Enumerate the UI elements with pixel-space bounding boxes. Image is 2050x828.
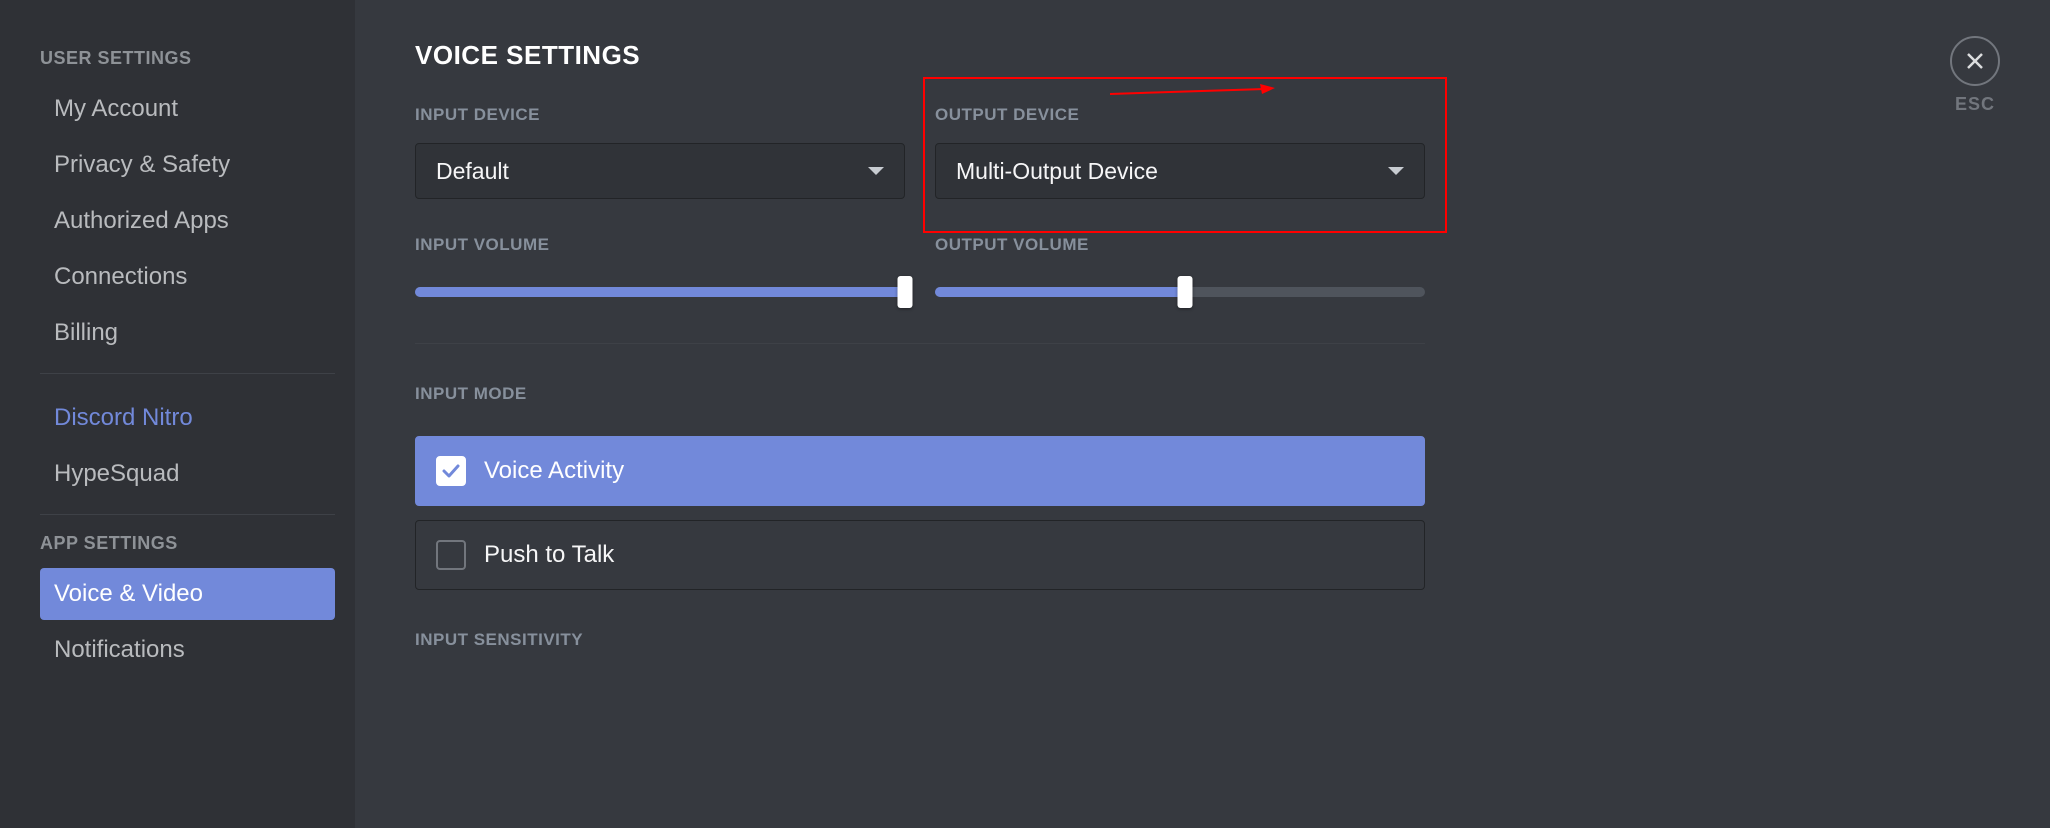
input-volume-label: INPUT VOLUME — [415, 235, 905, 255]
output-device-label: OUTPUT DEVICE — [935, 105, 1425, 125]
sidebar-item-discord-nitro[interactable]: Discord Nitro — [40, 392, 335, 444]
output-volume-label: OUTPUT VOLUME — [935, 235, 1425, 255]
esc-label: ESC — [1950, 94, 2000, 115]
output-device-value: Multi-Output Device — [956, 158, 1158, 185]
checkbox-checked-icon — [436, 456, 466, 486]
sidebar-item-connections[interactable]: Connections — [40, 251, 335, 303]
mode-label: Push to Talk — [484, 541, 614, 569]
input-mode-push-to-talk[interactable]: Push to Talk — [415, 520, 1425, 590]
sidebar-category-app-settings: APP SETTINGS — [40, 533, 335, 554]
sidebar-divider — [40, 373, 335, 374]
sidebar-divider — [40, 514, 335, 515]
input-device-label: INPUT DEVICE — [415, 105, 905, 125]
close-icon — [1965, 51, 1985, 71]
sidebar-item-privacy-safety[interactable]: Privacy & Safety — [40, 139, 335, 191]
slider-thumb[interactable] — [1177, 276, 1192, 308]
input-mode-voice-activity[interactable]: Voice Activity — [415, 436, 1425, 506]
sidebar-item-authorized-apps[interactable]: Authorized Apps — [40, 195, 335, 247]
checkbox-unchecked-icon — [436, 540, 466, 570]
sidebar-item-notifications[interactable]: Notifications — [40, 624, 335, 676]
slider-thumb[interactable] — [898, 276, 913, 308]
main-content: VOICE SETTINGS INPUT DEVICE Default OUTP… — [355, 0, 2050, 828]
page-title: VOICE SETTINGS — [415, 40, 1425, 71]
sidebar-category-user-settings: USER SETTINGS — [40, 48, 335, 69]
output-device-select[interactable]: Multi-Output Device — [935, 143, 1425, 199]
chevron-down-icon — [868, 167, 884, 175]
close-button[interactable] — [1950, 36, 2000, 86]
sidebar-item-my-account[interactable]: My Account — [40, 83, 335, 135]
section-divider — [415, 343, 1425, 344]
input-device-value: Default — [436, 158, 509, 185]
mode-label: Voice Activity — [484, 457, 624, 485]
input-sensitivity-label: INPUT SENSITIVITY — [415, 630, 1425, 650]
output-volume-slider[interactable] — [935, 277, 1425, 307]
close-area: ESC — [1950, 36, 2000, 115]
chevron-down-icon — [1388, 167, 1404, 175]
sidebar-item-voice-video[interactable]: Voice & Video — [40, 568, 335, 620]
sidebar-item-hypesquad[interactable]: HypeSquad — [40, 448, 335, 500]
settings-sidebar: USER SETTINGS My Account Privacy & Safet… — [0, 0, 355, 828]
input-device-select[interactable]: Default — [415, 143, 905, 199]
input-volume-slider[interactable] — [415, 277, 905, 307]
input-mode-label: INPUT MODE — [415, 384, 1425, 404]
sidebar-item-billing[interactable]: Billing — [40, 307, 335, 359]
